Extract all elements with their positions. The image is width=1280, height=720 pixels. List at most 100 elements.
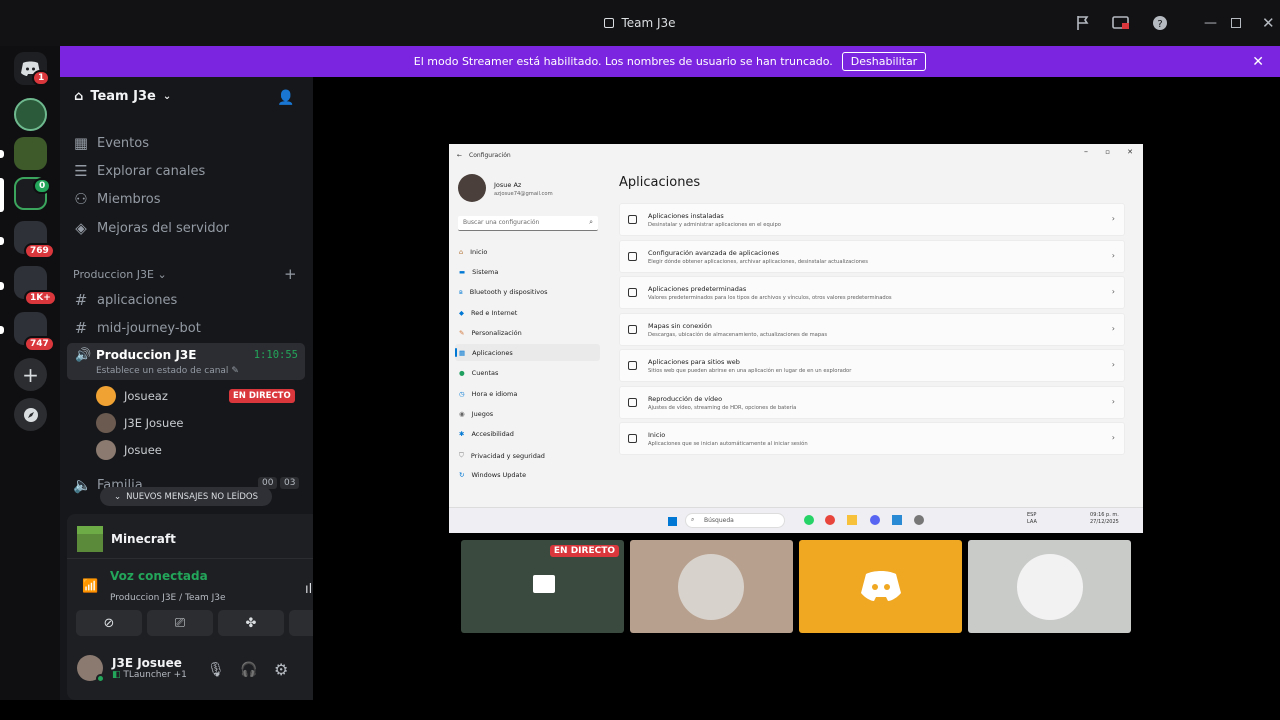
card-default-apps[interactable]: Aplicaciones predeterminadas Valores pred…: [619, 276, 1125, 309]
disable-button[interactable]: Deshabilitar: [841, 52, 927, 71]
invite-icon[interactable]: 👤: [277, 90, 294, 106]
card-apps-for-websites[interactable]: Aplicaciones para sitios web Sitios web q…: [619, 349, 1125, 382]
folder-badge-a: 769: [24, 243, 55, 259]
voice-user[interactable]: Josueaz: [96, 386, 168, 406]
nav-members[interactable]: ⚇ Miembros: [73, 190, 160, 208]
apps-icon: ▦: [459, 349, 466, 357]
screen-icon[interactable]: [1112, 15, 1130, 31]
system-icon: ▬: [459, 268, 466, 276]
voice-channel-selected[interactable]: 🔊 Produccion J3E 1:10:55 Establece un es…: [67, 343, 305, 380]
help-icon[interactable]: ?: [1152, 15, 1168, 31]
boost-icon: ◈: [75, 219, 87, 237]
server-minecraft-icon[interactable]: [14, 137, 47, 170]
activities-button[interactable]: ✤: [218, 610, 284, 636]
user-limit: 03: [280, 477, 300, 489]
settings-nav-apps[interactable]: ▦ Aplicaciones: [459, 349, 513, 357]
selected-pill: [0, 178, 4, 212]
settings-nav-time[interactable]: ◷ Hora e idioma: [459, 390, 517, 398]
tile-participant[interactable]: [968, 540, 1131, 633]
close-icon[interactable]: ✕: [1262, 14, 1275, 32]
settings-nav-privacy[interactable]: ⛉ Privacidad y seguridad: [459, 451, 545, 460]
category-header[interactable]: Produccion J3E ⌄: [73, 268, 167, 281]
channel-status[interactable]: Establece un estado de canal ✎: [96, 366, 239, 376]
chrome-icon: [825, 515, 835, 525]
username: J3E Josuee: [112, 656, 182, 670]
update-icon: ↻: [459, 471, 465, 479]
shared-settings-window[interactable]: ← Configuración – ▫ ✕ Josue Az azjosue74@…: [449, 144, 1143, 533]
settings-nav-accounts[interactable]: ● Cuentas: [459, 369, 498, 377]
channel-mid-journey-bot[interactable]: # mid-journey-bot: [73, 319, 201, 337]
close-banner-icon[interactable]: ✕: [1252, 54, 1264, 70]
server-header[interactable]: ⌂ Team J3e ⌄: [74, 89, 171, 104]
card-offline-maps[interactable]: Mapas sin conexión Descargas, ubicación d…: [619, 313, 1125, 346]
account-icon: ●: [459, 369, 465, 377]
chevron-right-icon: ›: [1111, 433, 1115, 442]
tile-participant[interactable]: [799, 540, 962, 633]
shield-icon: ⛉: [459, 451, 464, 459]
title-bar: Team J3e ? — ✕: [0, 0, 1280, 46]
flag-icon[interactable]: [1075, 15, 1091, 31]
avatar: [458, 174, 486, 202]
home-icon: ⌂: [459, 248, 464, 256]
voice-connected-label[interactable]: Voz conectada: [110, 569, 208, 583]
voice-user[interactable]: J3E Josuee: [96, 413, 184, 433]
unread-pill: [0, 326, 4, 334]
voice-user[interactable]: Josuee: [96, 440, 162, 460]
voice-timer: 1:10:55: [253, 349, 298, 361]
settings-nav-inicio[interactable]: ⌂ Inicio: [459, 248, 487, 256]
chevron-right-icon: ›: [1111, 214, 1115, 223]
maximize-icon[interactable]: [1231, 18, 1241, 28]
settings-nav-bluetooth[interactable]: ʙ Bluetooth y dispositivos: [459, 288, 548, 296]
server-team-icon[interactable]: [14, 98, 47, 131]
discover-icon[interactable]: [14, 398, 47, 431]
server-sidebar: 1 0 769 1K+ 747 +: [0, 46, 60, 700]
unread-pill: [0, 282, 4, 290]
tile-stream[interactable]: EN DIRECTO: [461, 540, 624, 633]
search-icon: ⌕: [691, 516, 695, 523]
card-startup[interactable]: Inicio Aplicaciones que se inician automá…: [619, 422, 1125, 455]
new-messages-pill[interactable]: ⌄ NUEVOS MENSAJES NO LEÍDOS: [100, 487, 272, 506]
settings-nav-accessibility[interactable]: ✱ Accesibilidad: [459, 430, 514, 438]
microphone-icon[interactable]: 🎙: [207, 662, 225, 678]
settings-nav-personalization[interactable]: ✎ Personalización: [459, 329, 522, 337]
unread-pill: [0, 150, 4, 158]
chevron-right-icon: ›: [1111, 287, 1115, 296]
card-advanced-settings[interactable]: Configuración avanzada de aplicaciones El…: [619, 240, 1125, 273]
settings-nav-gaming[interactable]: ◉ Juegos: [459, 410, 493, 418]
screen-share-button[interactable]: ⎚: [147, 610, 213, 636]
nav-boosts[interactable]: ◈ Mejoras del servidor: [73, 219, 229, 237]
close-icon: ✕: [1127, 148, 1133, 156]
current-user[interactable]: J3E Josuee ◧ TLauncher +1: [77, 655, 187, 683]
accessibility-icon: ✱: [459, 430, 465, 438]
unread-pill: [0, 237, 4, 245]
clock: 09:16 p. m. 27/12/2025: [1090, 512, 1119, 525]
channel-aplicaciones[interactable]: # aplicaciones: [73, 291, 178, 309]
tile-participant[interactable]: [630, 540, 793, 633]
user-activity: ◧ TLauncher +1: [112, 670, 187, 680]
nav-events[interactable]: ▦ Eventos: [73, 134, 149, 152]
camera-button[interactable]: ⊘: [76, 610, 142, 636]
bluetooth-icon: ʙ: [459, 288, 463, 296]
add-server-icon[interactable]: +: [14, 358, 47, 391]
settings-nav-update[interactable]: ↻ Windows Update: [459, 471, 526, 479]
card-installed-apps[interactable]: Aplicaciones instaladas Desinstalar y adm…: [619, 203, 1125, 236]
voice-connected-channel[interactable]: Produccion J3E / Team J3e: [110, 593, 226, 603]
voice-channel-name: Produccion J3E: [96, 348, 197, 362]
folder-badge-c: 747: [24, 336, 55, 352]
settings-nav-sistema[interactable]: ▬ Sistema: [459, 268, 498, 276]
minimize-icon[interactable]: —: [1204, 16, 1217, 31]
hash-icon: #: [74, 319, 88, 337]
settings-gear-icon[interactable]: ⚙: [274, 660, 288, 679]
screen-share-icon: ⎚: [174, 615, 186, 631]
settings-nav-network[interactable]: ◆ Red e Internet: [459, 309, 517, 317]
headphones-icon[interactable]: 🎧: [240, 662, 257, 678]
chevron-down-icon: ⌄: [114, 491, 122, 502]
add-channel-icon[interactable]: +: [284, 265, 297, 283]
card-video-playback[interactable]: Reproducción de vídeo Ajustes de vídeo, s…: [619, 386, 1125, 419]
settings-search-input[interactable]: Buscar una configuración ⌕: [458, 216, 598, 231]
network-icon: ◆: [459, 309, 464, 317]
nav-explore[interactable]: ☰ Explorar canales: [73, 162, 205, 180]
app-icon: [892, 515, 902, 525]
signal-icon: 📶: [82, 579, 99, 594]
avatar: [1017, 554, 1083, 620]
